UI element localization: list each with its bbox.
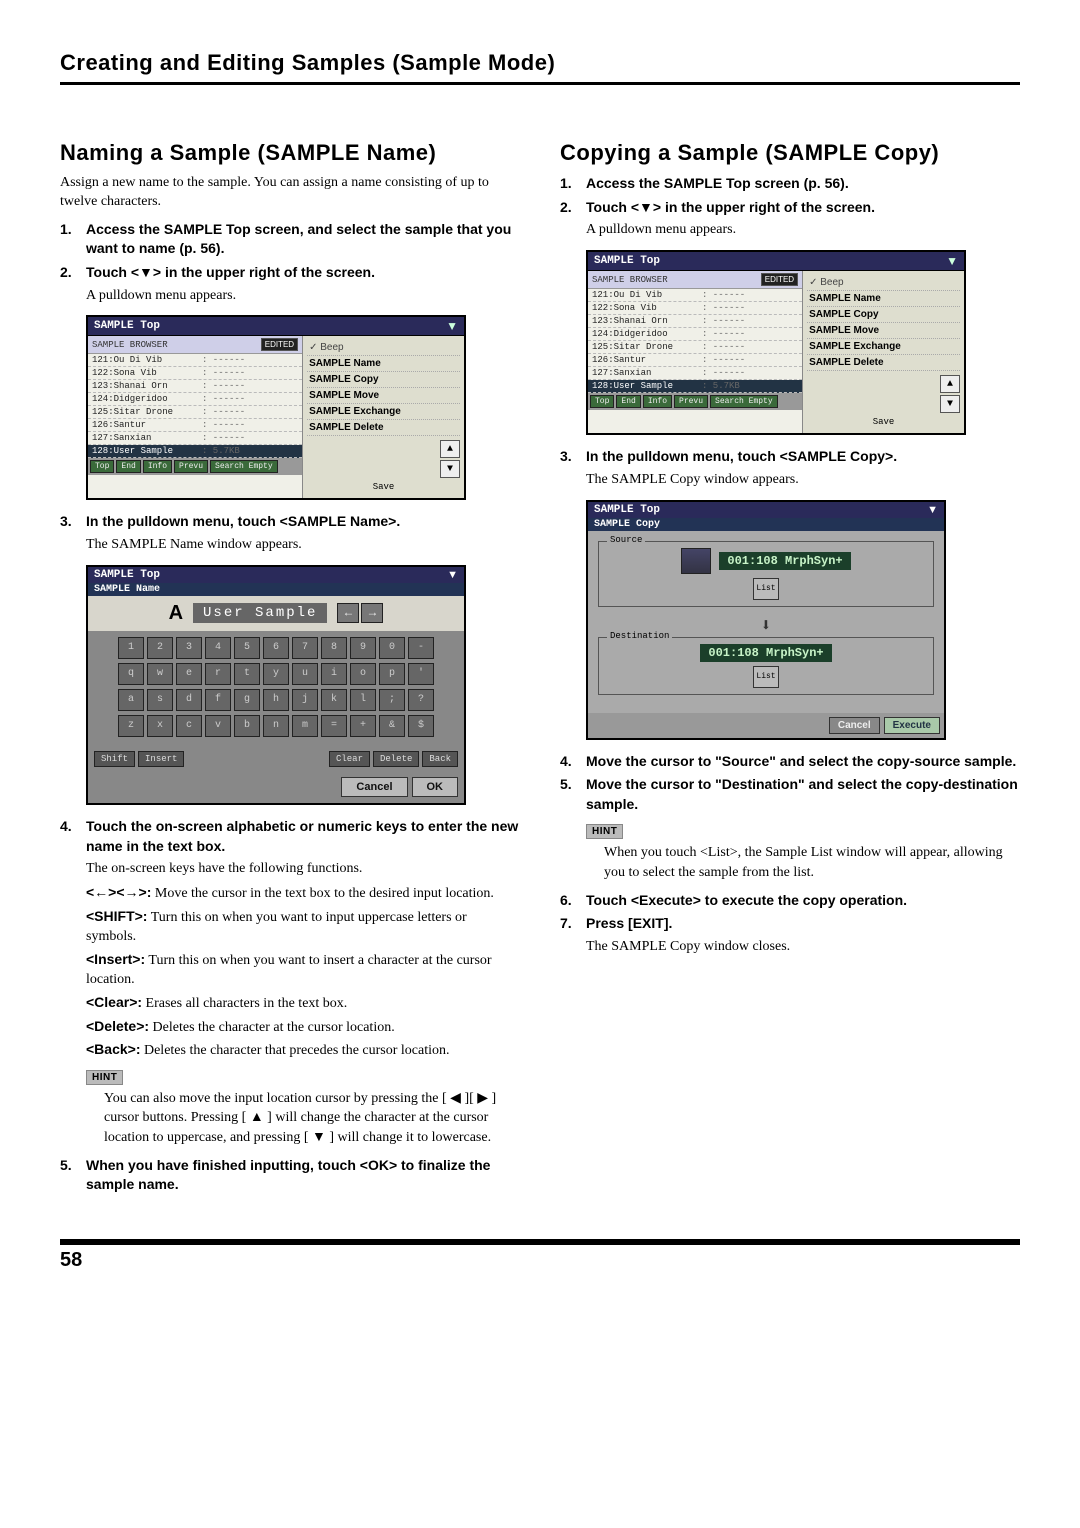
- insert-key: Insert: [138, 751, 184, 767]
- key-clear: <Clear>: Erases all characters in the te…: [86, 993, 520, 1014]
- screenshot-sample-copy: SAMPLE Top▼ SAMPLE Copy Source 001:108 M…: [586, 500, 946, 740]
- step-1: Access the SAMPLE Top screen, and select…: [86, 220, 520, 259]
- footer-rule: 58: [60, 1239, 1020, 1272]
- r-step-2-sub: A pulldown menu appears.: [586, 221, 1020, 240]
- step-num: 2.: [60, 263, 78, 283]
- page-header: Creating and Editing Samples (Sample Mod…: [60, 50, 1020, 85]
- key-arrows: <←><→>: Move the cursor in the text box …: [86, 883, 520, 904]
- step-2-sub: A pulldown menu appears.: [86, 287, 520, 306]
- scroll-up-icon: ▲: [440, 440, 460, 458]
- scroll-down-icon: ▼: [440, 460, 460, 478]
- pulldown-menu: ✓ Beep SAMPLE Name SAMPLE Copy SAMPLE Mo…: [303, 336, 464, 498]
- source-legend: Source: [607, 535, 645, 545]
- hint-text: You can also move the input location cur…: [104, 1089, 520, 1148]
- step-4: Touch the on-screen alphabetic or numeri…: [86, 817, 520, 856]
- right-column: Copying a Sample (SAMPLE Copy) 1. Access …: [560, 140, 1020, 1199]
- screenshot-sample-name-keyboard: SAMPLE Top▼ SAMPLE Name A User Sample ← …: [86, 565, 466, 805]
- page-number: 58: [60, 1249, 82, 1271]
- step-num: 7.: [560, 914, 578, 934]
- step-num: 2.: [560, 198, 578, 218]
- browser-label: SAMPLE BROWSER: [92, 340, 168, 350]
- case-indicator: A: [169, 602, 183, 625]
- pulldown-menu: ✓ Beep SAMPLE Name SAMPLE Copy SAMPLE Mo…: [803, 271, 964, 433]
- r-step-5: Move the cursor to "Destination" and sel…: [586, 775, 1020, 814]
- section-title-name: Naming a Sample (SAMPLE Name): [60, 140, 520, 166]
- step-num: 5.: [560, 775, 578, 814]
- destination-legend: Destination: [607, 631, 672, 641]
- dropdown-icon: ▼: [946, 254, 958, 268]
- step-num: 1.: [560, 174, 578, 194]
- key-delete: <Delete>: Deletes the character at the c…: [86, 1017, 520, 1038]
- step-num: 3.: [60, 512, 78, 532]
- cursor-right-icon: →: [361, 603, 383, 623]
- r-hint-text: When you touch <List>, the Sample List w…: [604, 843, 1020, 882]
- r-step-3-sub: The SAMPLE Copy window appears.: [586, 471, 1020, 490]
- dropdown-icon: ▼: [447, 569, 458, 581]
- back-key: Back: [422, 751, 458, 767]
- list-button: List: [753, 666, 779, 688]
- hint-badge: HINT: [86, 1070, 123, 1085]
- edited-badge: EDITED: [261, 338, 298, 351]
- step-3-sub: The SAMPLE Name window appears.: [86, 536, 520, 555]
- source-sample: 001:108 MrphSyn+: [719, 552, 850, 570]
- step-3: In the pulldown menu, touch <SAMPLE Name…: [86, 512, 520, 532]
- scroll-down-icon: ▼: [940, 395, 960, 413]
- execute-button: Execute: [884, 717, 940, 734]
- ok-button: OK: [412, 777, 459, 797]
- scroll-up-icon: ▲: [940, 375, 960, 393]
- step-5: When you have finished inputting, touch …: [86, 1156, 520, 1195]
- cancel-button: Cancel: [829, 717, 880, 734]
- left-column: Naming a Sample (SAMPLE Name) Assign a n…: [60, 140, 520, 1199]
- dropdown-icon: ▼: [446, 319, 458, 333]
- key-shift: <SHIFT>: Turn this on when you want to i…: [86, 907, 520, 947]
- key-back: <Back>: Deletes the character that prece…: [86, 1040, 520, 1061]
- r-step-7-sub: The SAMPLE Copy window closes.: [586, 938, 1020, 957]
- screenshot-sample-top-menu-right: SAMPLE Top▼ SAMPLE BROWSEREDITED 121:Ou …: [586, 250, 966, 435]
- clear-key: Clear: [329, 751, 370, 767]
- name-lead: Assign a new name to the sample. You can…: [60, 174, 520, 212]
- step-4-text: The on-screen keys have the following fu…: [86, 860, 520, 879]
- key-insert: <Insert>: Turn this on when you want to …: [86, 950, 520, 990]
- shot-title: SAMPLE Top: [94, 320, 160, 332]
- step-num: 3.: [560, 447, 578, 467]
- cursor-left-icon: ←: [337, 603, 359, 623]
- r-step-6: Touch <Execute> to execute the copy oper…: [586, 891, 1020, 911]
- screenshot-sample-top-menu: SAMPLE Top▼ SAMPLE BROWSEREDITED 121:Ou …: [86, 315, 466, 500]
- section-title-copy: Copying a Sample (SAMPLE Copy): [560, 140, 1020, 166]
- r-step-7: Press [EXIT].: [586, 914, 1020, 934]
- step-num: 5.: [60, 1156, 78, 1195]
- destination-sample: 001:108 MrphSyn+: [700, 644, 831, 662]
- shift-key: Shift: [94, 751, 135, 767]
- step-num: 4.: [560, 752, 578, 772]
- step-num: 4.: [60, 817, 78, 856]
- name-textbox: User Sample: [193, 603, 327, 623]
- r-step-3: In the pulldown menu, touch <SAMPLE Copy…: [586, 447, 1020, 467]
- waveform-icon: [681, 548, 711, 574]
- dropdown-icon: ▼: [927, 504, 938, 516]
- r-step-4: Move the cursor to "Source" and select t…: [586, 752, 1020, 772]
- r-step-1: Access the SAMPLE Top screen (p. 56).: [586, 174, 1020, 194]
- delete-key: Delete: [373, 751, 419, 767]
- step-2: Touch <▼> in the upper right of the scre…: [86, 263, 520, 283]
- list-button: List: [753, 578, 779, 600]
- hint-badge: HINT: [586, 824, 623, 839]
- step-num: 1.: [60, 220, 78, 259]
- page-title: Creating and Editing Samples (Sample Mod…: [60, 50, 1020, 76]
- step-num: 6.: [560, 891, 578, 911]
- cancel-button: Cancel: [341, 777, 407, 797]
- r-step-2: Touch <▼> in the upper right of the scre…: [586, 198, 1020, 218]
